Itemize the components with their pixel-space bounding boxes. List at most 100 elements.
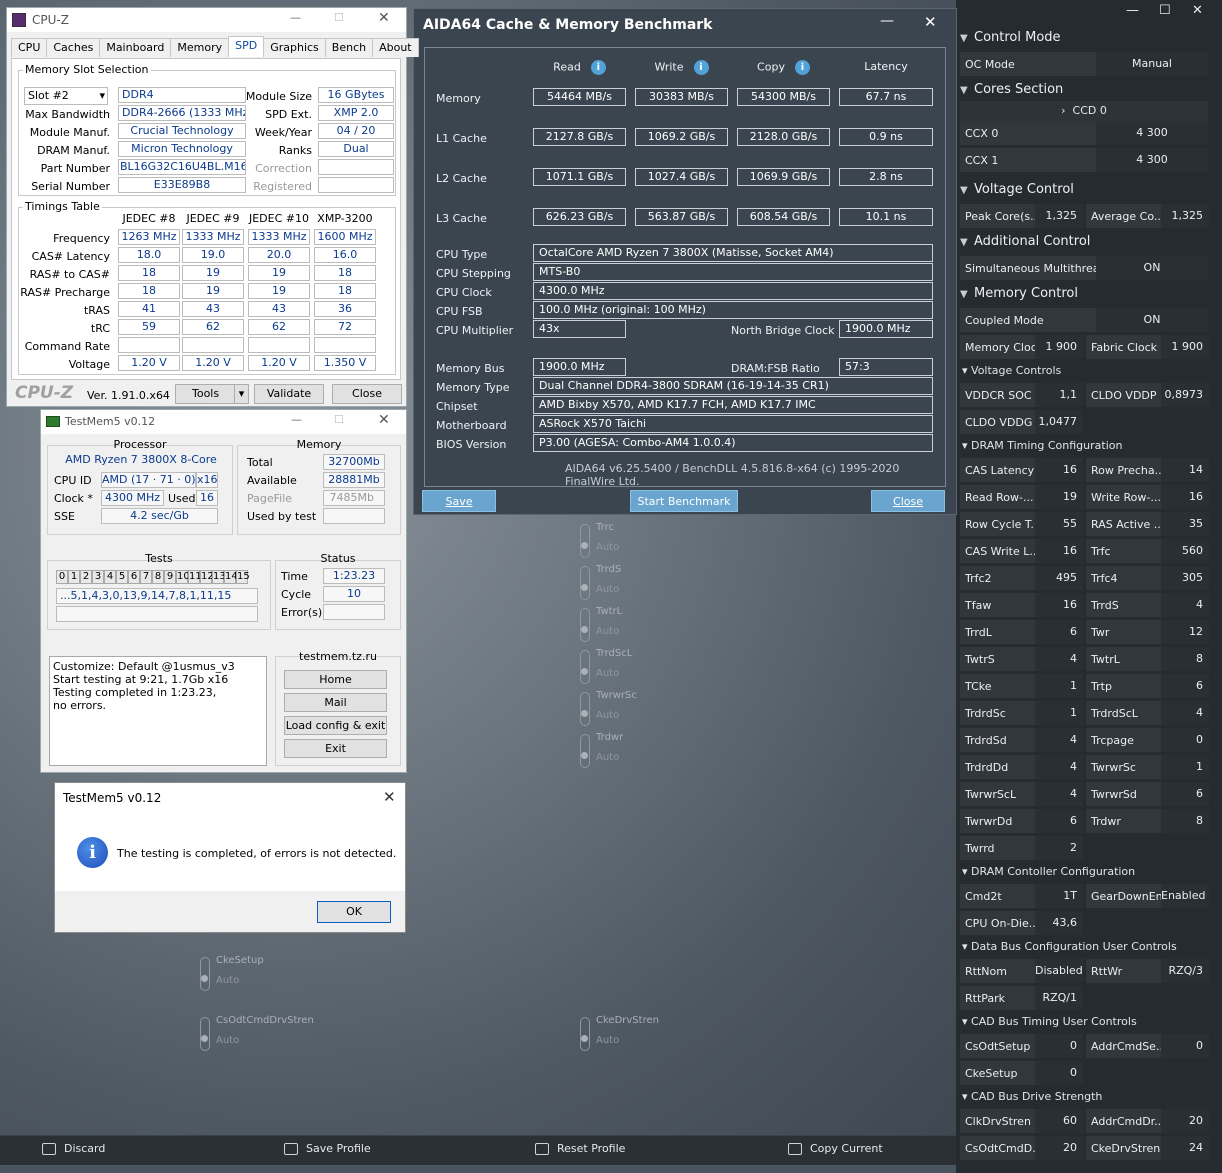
timing-field[interactable]: CAS Latency 16 [960, 458, 1083, 482]
log-textarea[interactable]: Customize: Default @1usmus_v3 Start testi… [49, 656, 267, 766]
maximize-icon[interactable]: ☐ [1159, 3, 1171, 18]
cldo-vddg-field[interactable]: CLDO VDDG 1,0477 [960, 410, 1083, 434]
ccd-selector[interactable]: › CCD 0 [960, 101, 1208, 121]
mail-button[interactable]: Mail [284, 693, 387, 712]
close-icon[interactable]: ✕ [378, 10, 390, 26]
tab-spd[interactable]: SPD [228, 36, 265, 57]
close-button[interactable]: Close [871, 490, 945, 512]
exit-button[interactable]: Exit [284, 739, 387, 758]
timing-field[interactable]: Row Cycle T... 55 [960, 512, 1083, 536]
subsection-databus[interactable]: ▾ Data Bus Configuration User Controls [962, 940, 1177, 953]
timing-field[interactable]: TrrdS 4 [1086, 593, 1209, 617]
discard-button[interactable]: Discard [42, 1142, 105, 1155]
validate-button[interactable]: Validate [254, 384, 324, 404]
info-icon[interactable]: i [590, 60, 606, 75]
start-benchmark-button[interactable]: Start Benchmark [630, 490, 738, 512]
subsection-voltage-controls[interactable]: ▾ Voltage Controls [962, 364, 1061, 377]
timing-field[interactable]: Trcpage 0 [1086, 728, 1209, 752]
section-cores[interactable]: ▼ Cores Section [960, 82, 1063, 97]
csodtsetup-field[interactable]: CsOdtSetup 0 [960, 1034, 1083, 1058]
timing-field[interactable]: TwtrL 8 [1086, 647, 1209, 671]
timing-field[interactable]: Trtp 6 [1086, 674, 1209, 698]
addrcmddrvstren-field[interactable]: AddrCmdDr... 20 [1086, 1109, 1209, 1133]
tab-about[interactable]: About [372, 38, 419, 57]
ccx1-field[interactable]: CCX 14 300 [960, 148, 1208, 172]
timing-field[interactable]: Twr 12 [1086, 620, 1209, 644]
ok-button[interactable]: OK [317, 901, 391, 923]
ckedrvstren-field[interactable]: CkeDrvStren 24 [1086, 1136, 1209, 1160]
load-config-button[interactable]: Load config & exit [284, 716, 387, 735]
rttnom-field[interactable]: RttNom Disabled [960, 959, 1083, 983]
smt-field[interactable]: Simultaneous MultithreadingON [960, 256, 1208, 280]
cldo-vddp-field[interactable]: CLDO VDDP 0,8973 [1086, 383, 1209, 407]
subsection-cad-timing[interactable]: ▾ CAD Bus Timing User Controls [962, 1015, 1137, 1028]
timing-field[interactable]: Write Row-... 16 [1086, 485, 1209, 509]
minimize-icon[interactable]: — [880, 13, 894, 29]
info-icon[interactable]: i [693, 60, 709, 75]
minimize-icon[interactable]: — [291, 413, 302, 426]
timing-field[interactable]: Read Row-... 19 [960, 485, 1083, 509]
timing-field[interactable]: Trfc4 305 [1086, 566, 1209, 590]
timing-field[interactable]: TwrwrSc 1 [1086, 755, 1209, 779]
tab-cpu[interactable]: CPU [11, 38, 48, 57]
subsection-dram-controller[interactable]: ▾ DRAM Contoller Configuration [962, 865, 1135, 878]
rttpark-field[interactable]: RttPark RZQ/1 [960, 986, 1083, 1010]
geardown-field[interactable]: GearDownEn Enabled [1086, 884, 1209, 908]
timing-field[interactable]: TwrwrScL 4 [960, 782, 1083, 806]
minimize-icon[interactable]: — [290, 11, 301, 24]
subsection-cad-drive[interactable]: ▾ CAD Bus Drive Strength [962, 1090, 1102, 1103]
cmd2t-field[interactable]: Cmd2t 1T [960, 884, 1083, 908]
timing-field[interactable]: TwrwrSd 6 [1086, 782, 1209, 806]
section-memory-control[interactable]: ▼ Memory Control [960, 286, 1078, 301]
close-icon[interactable]: ✕ [383, 788, 396, 806]
cpu-ondie-field[interactable]: CPU On-Die... 43,6 [960, 911, 1083, 935]
slot-dropdown[interactable]: Slot #2 ▾ [24, 87, 108, 105]
vddcr-soc-field[interactable]: VDDCR SOC 1,1 [960, 383, 1083, 407]
reset-profile-button[interactable]: Reset Profile [535, 1142, 625, 1155]
timing-field[interactable]: CAS Write L... 16 [960, 539, 1083, 563]
csodtcmddrvstren-field[interactable]: CsOdtCmdD... 20 [960, 1136, 1083, 1160]
section-additional-control[interactable]: ▼ Additional Control [960, 234, 1090, 249]
home-button[interactable]: Home [284, 670, 387, 689]
timing-field[interactable]: TwtrS 4 [960, 647, 1083, 671]
close-button[interactable]: Close [332, 384, 402, 404]
save-profile-button[interactable]: Save Profile [284, 1142, 371, 1155]
tab-caches[interactable]: Caches [46, 38, 101, 57]
tab-mainboard[interactable]: Mainboard [99, 38, 172, 57]
timing-field[interactable]: TrdrdDd 4 [960, 755, 1083, 779]
tab-graphics[interactable]: Graphics [263, 38, 326, 57]
timing-field[interactable]: Tfaw 16 [960, 593, 1083, 617]
timing-field[interactable]: TCke 1 [960, 674, 1083, 698]
timing-field[interactable]: RAS Active ... 35 [1086, 512, 1209, 536]
tools-dropdown[interactable]: Tools ▾ [175, 384, 249, 404]
timing-field[interactable]: Trfc 560 [1086, 539, 1209, 563]
tab-bench[interactable]: Bench [324, 38, 374, 57]
ccx0-field[interactable]: CCX 04 300 [960, 121, 1208, 145]
clkdrvstren-field[interactable]: ClkDrvStren 60 [960, 1109, 1083, 1133]
close-icon[interactable]: ✕ [378, 412, 390, 428]
timing-field[interactable]: TrrdL 6 [960, 620, 1083, 644]
timing-field[interactable]: Twrrd 2 [960, 836, 1083, 860]
timing-field[interactable]: Row Precha... 14 [1086, 458, 1209, 482]
timing-field[interactable]: TrdrdSc 1 [960, 701, 1083, 725]
close-icon[interactable]: ✕ [1192, 3, 1203, 18]
close-icon[interactable]: ✕ [924, 13, 937, 31]
subsection-dram-timing[interactable]: ▾ DRAM Timing Configuration [962, 439, 1122, 452]
oc-mode-field[interactable]: OC Mode Manual [960, 52, 1208, 76]
coupled-mode-field[interactable]: Coupled Mode ON [960, 308, 1208, 332]
timing-field[interactable]: TrdrdSd 4 [960, 728, 1083, 752]
info-icon[interactable]: i [794, 60, 810, 75]
addrcmdsetup-field[interactable]: AddrCmdSe... 0 [1086, 1034, 1209, 1058]
minimize-icon[interactable]: — [1126, 3, 1139, 18]
timing-field[interactable]: TrdrdScL 4 [1086, 701, 1209, 725]
section-voltage-control[interactable]: ▼ Voltage Control [960, 182, 1074, 197]
save-button[interactable]: Save [422, 490, 496, 512]
memory-clock-field[interactable]: Memory Clock1 900 [960, 335, 1083, 359]
average-core-voltage[interactable]: Average Co... 1,325 [1086, 204, 1209, 228]
timing-field[interactable]: TwrwrDd 6 [960, 809, 1083, 833]
tab-memory[interactable]: Memory [170, 38, 230, 57]
ckesetup-field[interactable]: CkeSetup 0 [960, 1061, 1083, 1085]
section-control-mode[interactable]: ▼ Control Mode [960, 30, 1061, 45]
copy-current-button[interactable]: Copy Current [788, 1142, 883, 1155]
fabric-clock-field[interactable]: Fabric Clock 1 900 [1086, 335, 1209, 359]
